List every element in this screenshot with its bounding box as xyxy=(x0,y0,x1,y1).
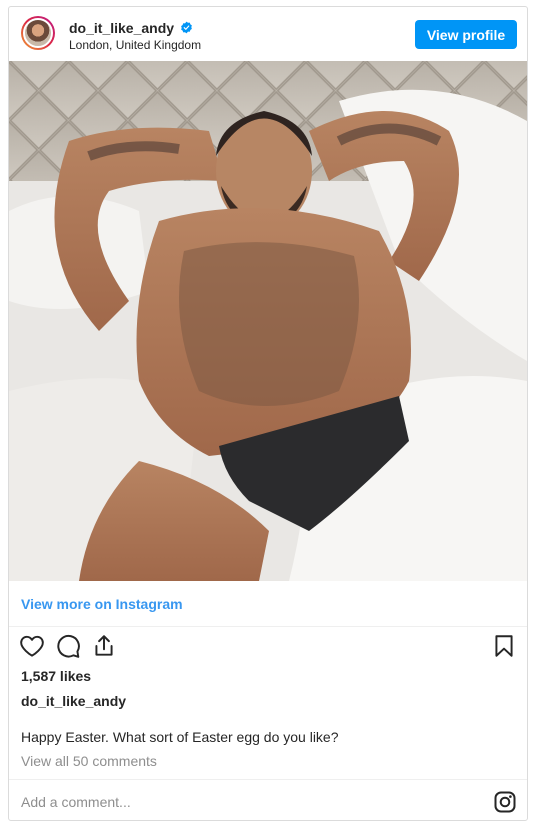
post-photo-illustration xyxy=(9,61,527,581)
share-icon[interactable] xyxy=(91,633,117,659)
avatar[interactable] xyxy=(21,16,55,50)
post-photo[interactable] xyxy=(9,61,527,581)
likes-count[interactable]: 1,587 likes xyxy=(21,668,91,684)
view-more-row: View more on Instagram xyxy=(9,581,527,627)
username[interactable]: do_it_like_andy xyxy=(69,20,174,36)
heart-icon[interactable] xyxy=(19,633,45,659)
comment-icon[interactable] xyxy=(55,633,81,659)
view-comments-link[interactable]: View all 50 comments xyxy=(21,753,157,769)
bookmark-icon[interactable] xyxy=(491,633,517,659)
action-bar xyxy=(9,627,527,667)
comment-input[interactable] xyxy=(19,790,463,814)
instagram-icon[interactable] xyxy=(493,790,517,814)
verified-badge-icon xyxy=(181,21,192,34)
post-header: do_it_like_andy London, United Kingdom V… xyxy=(9,7,527,61)
comment-row xyxy=(9,779,527,822)
instagram-embed-card: do_it_like_andy London, United Kingdom V… xyxy=(8,6,528,821)
view-more-link[interactable]: View more on Instagram xyxy=(21,596,183,612)
location-label[interactable]: London, United Kingdom xyxy=(69,38,201,52)
caption-text: Happy Easter. What sort of Easter egg do… xyxy=(21,729,339,745)
view-profile-button[interactable]: View profile xyxy=(415,20,517,49)
caption-username[interactable]: do_it_like_andy xyxy=(21,693,126,709)
